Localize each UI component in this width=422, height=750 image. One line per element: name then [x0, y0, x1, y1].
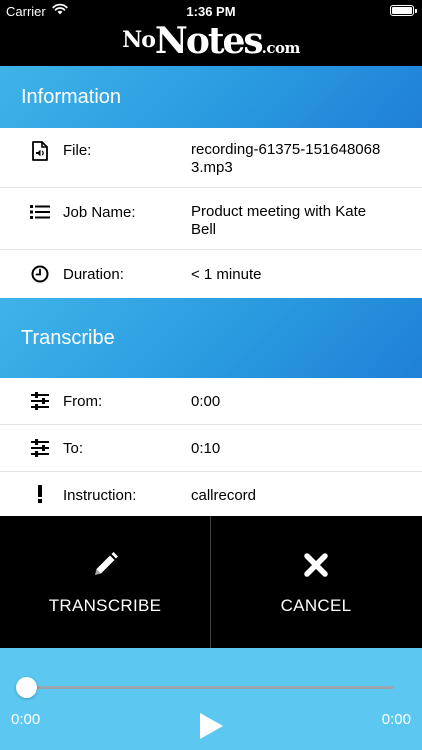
status-time: 1:36 PM — [186, 4, 236, 19]
cancel-button-label: CANCEL — [280, 596, 352, 615]
current-time: 0:00 — [11, 711, 41, 728]
to-label: To: — [63, 440, 84, 457]
transcribe-row-from[interactable]: From: 0:00 — [0, 378, 422, 425]
close-icon — [211, 549, 421, 581]
sliders-icon — [30, 438, 50, 458]
sliders-icon — [30, 391, 50, 411]
transcribe-button[interactable]: TRANSCRIBE — [0, 516, 210, 648]
instruction-value[interactable]: callrecord — [191, 487, 391, 505]
app-header: Carrier 1:36 PM NoNotes.com — [0, 0, 422, 66]
play-icon[interactable] — [198, 712, 224, 740]
cancel-button[interactable]: CANCEL — [211, 516, 421, 648]
info-row-duration: Duration: < 1 minute — [0, 250, 422, 298]
duration-value: < 1 minute — [191, 266, 262, 283]
exclamation-icon — [30, 484, 50, 504]
information-section-header: Information — [0, 66, 422, 128]
status-bar: Carrier 1:36 PM — [0, 0, 422, 22]
list-icon — [30, 202, 50, 222]
info-row-job-name: Job Name: Product meeting with Kate Bell — [0, 188, 422, 250]
audio-file-icon — [30, 141, 50, 161]
action-bar: TRANSCRIBE CANCEL — [0, 516, 422, 648]
file-value: recording-61375-151648068 3.mp3 — [191, 141, 381, 176]
file-label: File: — [63, 142, 92, 159]
audio-player: 0:00 0:00 — [0, 648, 422, 750]
instruction-label: Instruction: — [63, 487, 137, 504]
transcribe-section-header: Transcribe — [0, 298, 422, 378]
info-row-file: File: recording-61375-151648068 3.mp3 — [0, 128, 422, 188]
from-label: From: — [63, 393, 103, 410]
transcribe-row-instruction[interactable]: Instruction: callrecord — [0, 472, 422, 516]
to-value[interactable]: 0:10 — [191, 440, 391, 458]
playback-track[interactable] — [26, 686, 394, 689]
information-title: Information — [21, 85, 122, 108]
clock-icon — [30, 264, 50, 284]
logo-part-notes: Notes — [154, 20, 264, 62]
battery-icon — [390, 5, 417, 16]
transcribe-title: Transcribe — [21, 326, 115, 349]
from-value[interactable]: 0:00 — [191, 393, 391, 411]
job-name-value: Product meeting with Kate Bell — [191, 203, 367, 238]
logo-part-com: .com — [261, 39, 301, 57]
playback-slider-handle[interactable] — [16, 677, 37, 698]
transcribe-button-label: TRANSCRIBE — [48, 596, 162, 615]
duration-label: Duration: — [63, 266, 124, 283]
logo-part-no: No — [122, 27, 156, 53]
app-logo: NoNotes.com — [0, 20, 422, 62]
transcribe-row-to[interactable]: To: 0:10 — [0, 425, 422, 472]
job-name-label: Job Name: — [63, 204, 136, 221]
total-time: 0:00 — [381, 711, 411, 728]
pencil-icon — [0, 549, 210, 581]
